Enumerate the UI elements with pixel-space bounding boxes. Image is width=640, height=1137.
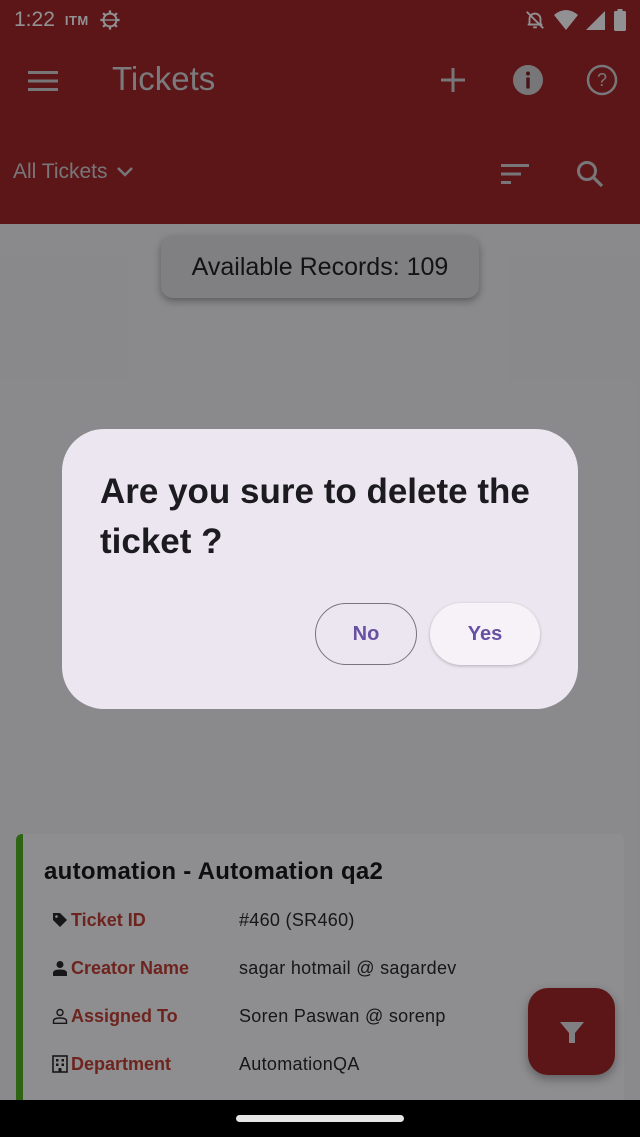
no-button[interactable]: No [315, 603, 417, 665]
yes-button[interactable]: Yes [430, 603, 540, 665]
navigation-bar [0, 1100, 640, 1137]
dialog-message: Are you sure to delete the ticket ? [100, 472, 530, 561]
home-gesture-handle[interactable] [236, 1115, 404, 1122]
delete-confirm-dialog: Are you sure to delete the ticket ? No Y… [62, 429, 578, 709]
